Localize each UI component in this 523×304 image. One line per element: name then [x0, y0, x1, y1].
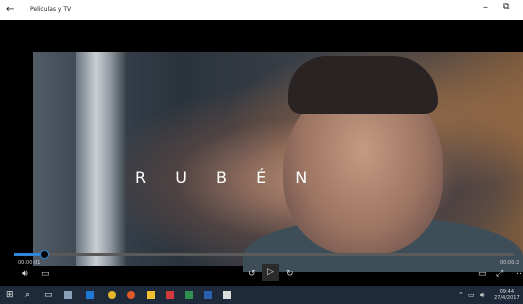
search-icon[interactable]: ⌕ [25, 290, 30, 300]
tray-date: 27/4/2017 [494, 295, 520, 301]
seek-bar[interactable] [14, 250, 514, 259]
video-frame [33, 52, 523, 272]
excel-icon[interactable] [185, 291, 193, 299]
tray-clock[interactable]: 09:44 27/4/2017 [494, 289, 520, 301]
chrome-icon[interactable] [108, 291, 116, 299]
windows-logo-icon[interactable]: ⊞ [6, 290, 14, 300]
file-manager-icon[interactable] [147, 291, 155, 299]
window-post-shape [76, 52, 126, 266]
movies-tv-icon[interactable] [223, 291, 231, 299]
fullscreen-icon[interactable]: ⤢ [496, 268, 503, 280]
volume-tray-icon[interactable]: 🔊︎ [480, 290, 484, 300]
skip-forward-icon[interactable]: ↻ [286, 268, 294, 280]
task-view-icon[interactable]: ▭ [44, 290, 53, 300]
network-icon[interactable]: ▭ [468, 290, 475, 300]
more-icon[interactable]: … [516, 266, 523, 278]
speaker-icon[interactable]: 🔊︎ [22, 268, 28, 280]
play-icon: ▷ [267, 267, 274, 277]
edge-icon[interactable] [86, 291, 94, 299]
hair-shape [288, 56, 438, 114]
skip-back-icon[interactable]: ↺ [248, 268, 256, 280]
seek-thumb[interactable] [40, 250, 49, 259]
video-overlay-title: R U B É N [135, 168, 320, 187]
taskbar: ⊞ ⌕ ▭ ⌃ ▭ 🔊︎ 09:44 27/4/2017 [0, 286, 523, 304]
window-title: Películas y TV [30, 6, 72, 13]
minimize-button[interactable]: – [483, 2, 488, 13]
word-icon[interactable] [204, 291, 212, 299]
play-button[interactable]: ▷ [262, 264, 279, 281]
title-bar: ← Películas y TV – ⧉ [0, 0, 523, 20]
video-stage[interactable]: R U B É N [0, 20, 523, 272]
tray-chevron-icon[interactable]: ⌃ [458, 290, 464, 300]
office-icon[interactable] [166, 291, 174, 299]
back-arrow-icon[interactable]: ← [6, 3, 14, 17]
subtitles-icon[interactable]: ▭ [41, 268, 50, 280]
cast-icon[interactable]: ▭ [478, 268, 487, 280]
chrome-alt-icon[interactable] [127, 291, 135, 299]
file-explorer-icon[interactable] [64, 291, 72, 299]
restore-button[interactable]: ⧉ [503, 2, 509, 12]
